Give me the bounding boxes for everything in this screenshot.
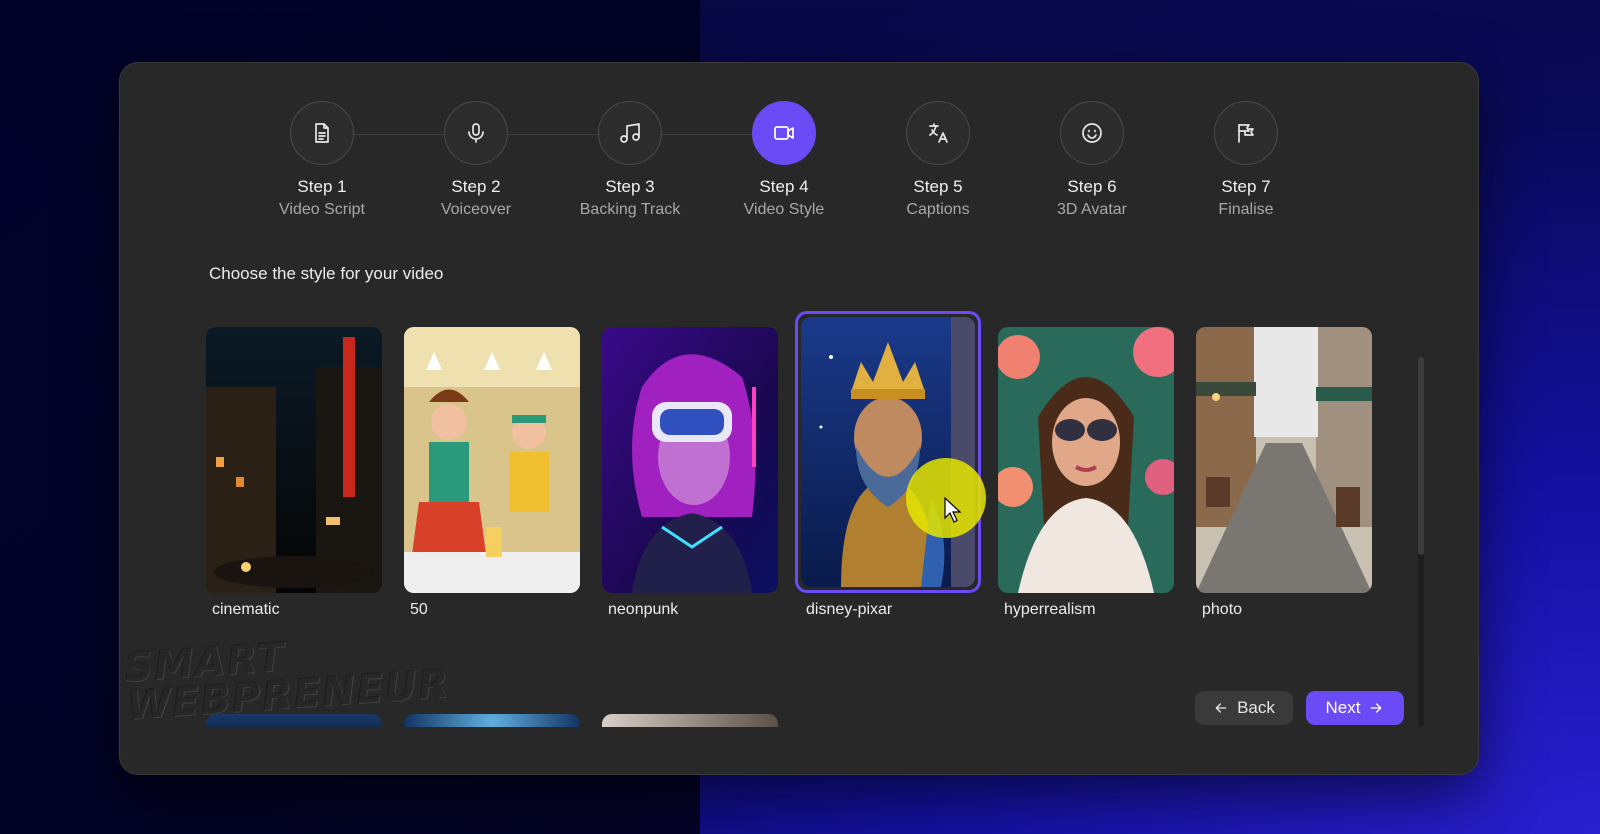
step-number: Step 6 (1067, 177, 1117, 196)
step-name: Video Script (279, 201, 365, 218)
step-3[interactable]: Step 3 Backing Track (550, 101, 710, 219)
arrow-left-icon (1215, 703, 1227, 713)
next-button-label: Next (1325, 698, 1361, 717)
style-card-cinematic[interactable]: cinematic (206, 327, 382, 618)
step-4[interactable]: Step 4 Video Style (704, 101, 864, 219)
document-icon (315, 123, 329, 143)
back-button-label: Back (1237, 698, 1275, 717)
step-number: Step 4 (759, 177, 809, 196)
style-label: cinematic (212, 601, 280, 618)
style-thumbnail (404, 327, 580, 593)
step-name: Backing Track (579, 201, 681, 218)
flag-icon (1238, 124, 1254, 143)
style-label: hyperrealism (1004, 601, 1096, 618)
step-1[interactable]: Step 1 Video Script (242, 101, 402, 219)
style-card-neonpunk[interactable]: neonpunk (602, 327, 778, 618)
stepper: Step 1 Video Script Step 2 Voiceover Ste… (120, 101, 1478, 231)
style-thumbnail (206, 327, 382, 593)
arrow-right-icon (1371, 703, 1382, 713)
step-number: Step 3 (605, 177, 655, 196)
step-name: Voiceover (440, 201, 512, 218)
section-prompt: Choose the style for your video (209, 264, 444, 283)
style-label: photo (1202, 601, 1243, 618)
style-card-partial[interactable] (602, 714, 778, 727)
step-2[interactable]: Step 2 Voiceover (396, 101, 556, 219)
video-camera-icon (774, 126, 794, 140)
step-name: Finalise (1218, 201, 1274, 218)
step-7[interactable]: Step 7 Finalise (1166, 101, 1326, 219)
style-card-hyperrealism[interactable]: hyperrealism (998, 327, 1174, 618)
back-button[interactable]: Back (1195, 691, 1293, 725)
mouse-pointer-icon (944, 497, 962, 523)
style-thumbnail (1196, 327, 1372, 593)
scrollbar[interactable] (1418, 357, 1424, 727)
step-6[interactable]: Step 6 3D Avatar (1012, 101, 1172, 219)
step-number: Step 2 (451, 177, 501, 196)
translate-icon (929, 123, 948, 143)
style-label: 50 (410, 601, 428, 618)
step-5[interactable]: Step 5 Captions (858, 101, 1018, 219)
scrollbar-thumb[interactable] (1418, 357, 1424, 555)
step-name: 3D Avatar (1057, 201, 1127, 218)
step-number: Step 1 (297, 177, 347, 196)
style-thumbnail (602, 327, 778, 593)
step-name: Video Style (743, 201, 825, 218)
style-thumbnail (801, 317, 975, 587)
style-card-photo[interactable]: photo (1196, 327, 1372, 618)
style-label: disney-pixar (806, 601, 893, 618)
style-thumbnail (998, 327, 1174, 593)
microphone-icon (468, 123, 484, 143)
selection-outline (795, 311, 981, 593)
music-note-icon (620, 123, 640, 143)
style-card-50[interactable]: 50 (404, 327, 580, 618)
style-label: neonpunk (608, 601, 679, 618)
step-number: Step 5 (913, 177, 963, 196)
style-card-partial[interactable] (404, 714, 580, 727)
step-number: Step 7 (1221, 177, 1271, 196)
next-button[interactable]: Next (1306, 691, 1404, 725)
step-name: Captions (906, 201, 970, 218)
smile-icon (1082, 123, 1102, 143)
